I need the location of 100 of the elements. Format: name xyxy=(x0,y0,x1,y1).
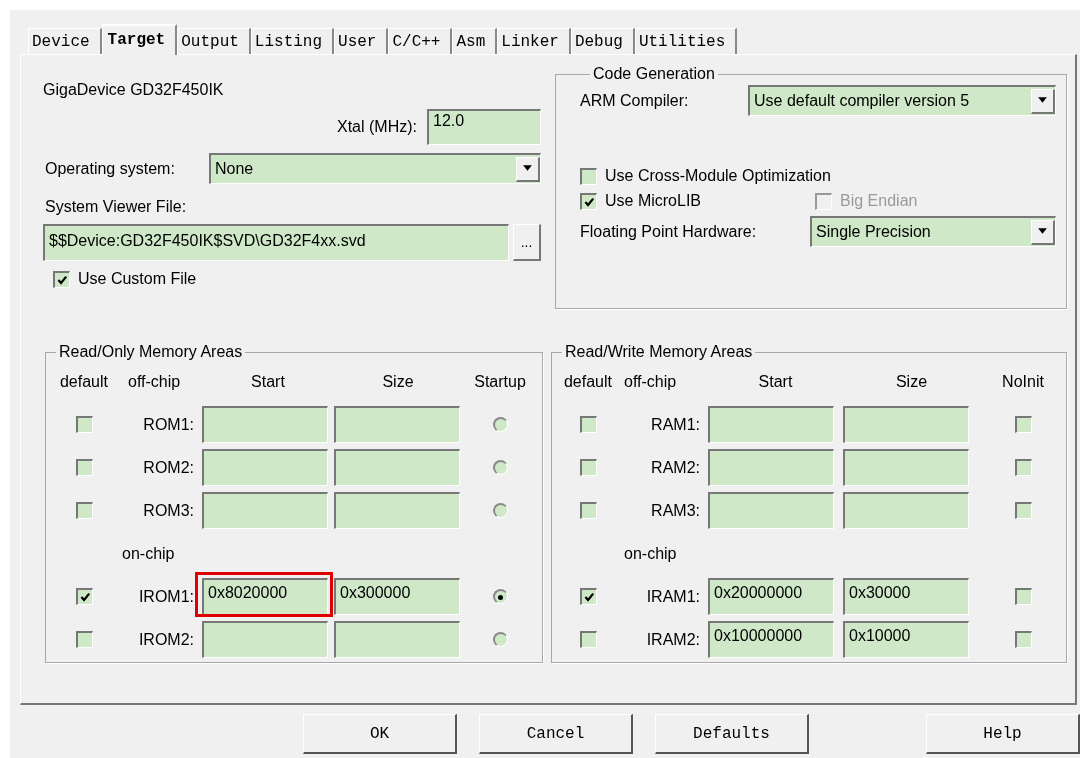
device-name: GigaDevice GD32F450IK xyxy=(43,81,225,99)
size-field[interactable] xyxy=(334,492,460,529)
start-field[interactable] xyxy=(202,406,328,443)
checkbox[interactable] xyxy=(1014,631,1032,648)
checkbox[interactable] xyxy=(1014,502,1032,519)
column-header: Size xyxy=(895,372,928,391)
radio-button[interactable] xyxy=(492,503,508,518)
checkbox[interactable] xyxy=(580,167,597,185)
check-icon xyxy=(583,195,595,208)
checkbox[interactable] xyxy=(579,416,597,433)
size-field[interactable] xyxy=(843,449,969,486)
checkbox[interactable] xyxy=(75,416,93,433)
browse-button[interactable]: ... xyxy=(513,224,541,261)
checkbox-label: Use MicroLIB xyxy=(605,192,702,210)
tab[interactable]: C/C++ xyxy=(388,28,453,54)
checkbox-label: Use Custom File xyxy=(78,270,197,288)
xtal-label: Xtal (MHz): xyxy=(337,118,417,136)
tab[interactable]: Device xyxy=(28,28,102,54)
caret-icon xyxy=(522,165,533,172)
checkbox-label: Big Endian xyxy=(840,192,918,210)
start-field[interactable] xyxy=(708,449,834,486)
area-label: IROM1: xyxy=(138,587,195,606)
check-icon xyxy=(78,591,91,603)
column-header: NoInit xyxy=(1002,372,1044,391)
area-label: IROM2: xyxy=(138,630,195,649)
check-icon xyxy=(56,273,68,286)
checkbox[interactable] xyxy=(579,631,597,648)
group-title: Code Generation xyxy=(592,65,716,83)
checkbox[interactable] xyxy=(53,270,70,288)
size-field[interactable]: 0x10000 xyxy=(843,621,969,658)
start-field[interactable] xyxy=(708,406,834,443)
dialog-button[interactable]: Help xyxy=(926,714,1080,754)
start-field[interactable] xyxy=(202,492,328,529)
radio-button[interactable] xyxy=(492,460,508,475)
column-header: Start xyxy=(251,372,285,391)
checkbox[interactable] xyxy=(1014,459,1032,476)
tab[interactable]: Asm xyxy=(452,28,498,54)
start-field[interactable]: 0x20000000 xyxy=(708,578,834,615)
tab[interactable]: Utilities xyxy=(634,28,738,54)
checkbox[interactable] xyxy=(579,459,597,476)
checkbox[interactable] xyxy=(75,502,93,519)
fpu-label: Floating Point Hardware: xyxy=(580,222,757,241)
tab[interactable]: User xyxy=(334,28,389,54)
radio-button[interactable] xyxy=(492,589,508,604)
area-label: RAM2: xyxy=(651,458,701,477)
area-label: ROM1: xyxy=(143,415,195,434)
size-field[interactable] xyxy=(843,492,969,529)
checkbox[interactable] xyxy=(579,502,597,519)
tab[interactable]: Linker xyxy=(497,28,571,54)
column-header: Start xyxy=(758,372,793,391)
tab[interactable]: Listing xyxy=(250,28,335,54)
size-field[interactable] xyxy=(334,449,460,486)
size-field[interactable] xyxy=(334,406,460,443)
on-chip-label: on-chip xyxy=(624,544,677,563)
svf-label: System Viewer File: xyxy=(44,198,188,216)
xtal-field[interactable]: 12.0 xyxy=(427,109,541,145)
checkbox[interactable] xyxy=(1014,416,1032,433)
svf-field[interactable]: $$Device:GD32F450IK$SVD\GD32F4xx.svd xyxy=(43,224,509,261)
tab[interactable]: Output xyxy=(177,28,251,54)
column-header: off-chip xyxy=(128,372,181,391)
start-field[interactable]: 0x10000000 xyxy=(708,621,834,658)
area-label: RAM3: xyxy=(651,501,701,520)
size-field[interactable]: 0x30000 xyxy=(843,578,969,615)
area-label: IRAM2: xyxy=(646,630,701,649)
size-field[interactable]: 0x300000 xyxy=(334,578,460,615)
column-header: default xyxy=(563,372,612,391)
size-field[interactable] xyxy=(843,406,969,443)
checkbox[interactable] xyxy=(75,459,93,476)
column-header: Size xyxy=(382,372,414,391)
compiler-dropdown[interactable]: Use default compiler version 5 xyxy=(748,85,1056,116)
checkbox[interactable] xyxy=(1014,588,1032,605)
radio-button[interactable] xyxy=(492,417,508,432)
group-title: Read/Write Memory Areas xyxy=(564,343,754,361)
fpu-dropdown[interactable]: Single Precision xyxy=(810,216,1056,247)
os-label: Operating system: xyxy=(45,159,175,178)
area-label: IRAM1: xyxy=(646,587,701,606)
caret-icon xyxy=(1037,228,1048,235)
start-field[interactable] xyxy=(202,621,328,658)
area-label: ROM2: xyxy=(143,458,195,477)
area-label: RAM1: xyxy=(651,415,701,434)
compiler-label: ARM Compiler: xyxy=(580,91,689,110)
dialog-button[interactable]: OK xyxy=(303,714,457,754)
area-label: ROM3: xyxy=(143,501,195,520)
os-dropdown[interactable]: None xyxy=(209,153,541,184)
radio-button[interactable] xyxy=(492,632,508,647)
start-field[interactable] xyxy=(708,492,834,529)
start-field[interactable] xyxy=(202,449,328,486)
tab[interactable]: Target xyxy=(101,24,178,55)
start-field[interactable]: 0x8020000 xyxy=(202,578,328,615)
column-header: off-chip xyxy=(624,372,677,391)
group-title: Read/Only Memory Areas xyxy=(58,343,244,361)
checkbox[interactable] xyxy=(75,588,93,605)
on-chip-label: on-chip xyxy=(122,544,175,563)
tab[interactable]: Debug xyxy=(570,28,635,54)
dialog-button[interactable]: Cancel xyxy=(479,714,633,754)
checkbox[interactable] xyxy=(580,192,597,210)
size-field[interactable] xyxy=(334,621,460,658)
dialog-button[interactable]: Defaults xyxy=(655,714,809,754)
checkbox[interactable] xyxy=(579,588,597,605)
checkbox[interactable] xyxy=(75,631,93,648)
